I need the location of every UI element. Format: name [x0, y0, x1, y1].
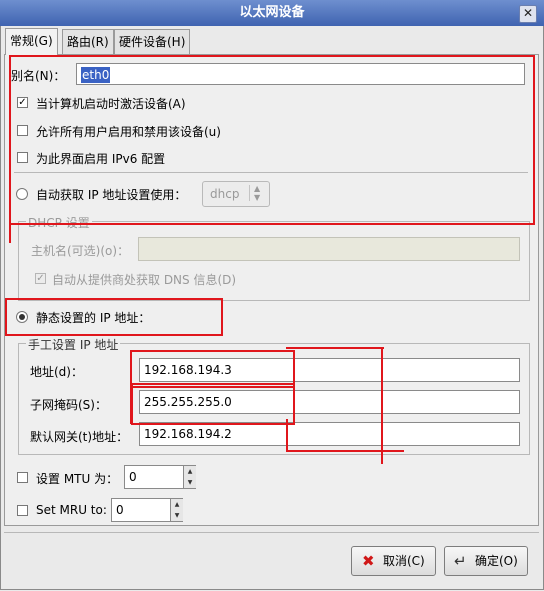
annotation-box-netmask — [131, 383, 295, 425]
annotation-line — [286, 419, 288, 451]
ok-button[interactable]: ↵ 确定(O) — [444, 546, 528, 576]
annotation-box-top — [9, 55, 535, 225]
auto-dns-label: 自动从提供商处获取 DNS 信息(D) — [52, 273, 237, 287]
mru-checkbox[interactable] — [17, 505, 28, 516]
annotation-line — [9, 221, 11, 243]
auto-dns-checkbox[interactable]: ✓ — [35, 273, 46, 284]
address-label: 地址(d)： — [30, 365, 83, 379]
annotation-line — [381, 347, 383, 464]
spin-up-icon[interactable]: ▲ — [170, 499, 183, 510]
tab-general[interactable]: 常规(G) — [5, 28, 58, 55]
spin-down-icon[interactable]: ▼ — [183, 477, 196, 488]
cancel-x-icon: ✖ — [362, 552, 375, 570]
cancel-label: 取消(C) — [383, 554, 425, 568]
mtu-spinbox[interactable]: 0 ▲ ▼ — [124, 465, 196, 489]
mtu-label: 设置 MTU 为： — [36, 472, 119, 486]
enter-arrow-icon: ↵ — [454, 552, 467, 570]
tab-routing[interactable]: 路由(R) — [62, 29, 114, 54]
tab-hardware[interactable]: 硬件设备(H) — [114, 29, 191, 54]
dhcp-settings-group — [18, 221, 530, 301]
window-title: 以太网设备 — [239, 5, 305, 20]
mtu-value: 0 — [129, 470, 137, 484]
mru-value: 0 — [116, 503, 124, 517]
annotation-line — [286, 450, 404, 452]
button-separator — [4, 532, 539, 533]
cancel-button[interactable]: ✖ 取消(C) — [351, 546, 436, 576]
ok-label: 确定(O) — [475, 554, 518, 568]
spin-up-icon[interactable]: ▲ — [183, 466, 196, 477]
manual-group-title: 手工设置 IP 地址 — [26, 336, 121, 353]
netmask-label: 子网掩码(S)： — [30, 398, 107, 412]
close-icon[interactable]: ✕ — [519, 5, 537, 23]
mru-spinbox[interactable]: 0 ▲ ▼ — [111, 498, 183, 522]
mtu-checkbox[interactable] — [17, 472, 28, 483]
spin-down-icon[interactable]: ▼ — [170, 510, 183, 521]
annotation-line — [5, 334, 222, 336]
annotation-box-static — [5, 298, 223, 336]
mru-label: Set MRU to: — [36, 503, 107, 517]
annotation-line — [286, 347, 384, 349]
hostname-label: 主机名(可选)(o)： — [31, 244, 130, 258]
gateway-input[interactable]: 192.168.194.2 — [139, 422, 520, 446]
gateway-label: 默认网关(t)地址： — [30, 430, 129, 444]
hostname-input[interactable] — [138, 237, 520, 261]
annotation-line — [130, 384, 132, 424]
